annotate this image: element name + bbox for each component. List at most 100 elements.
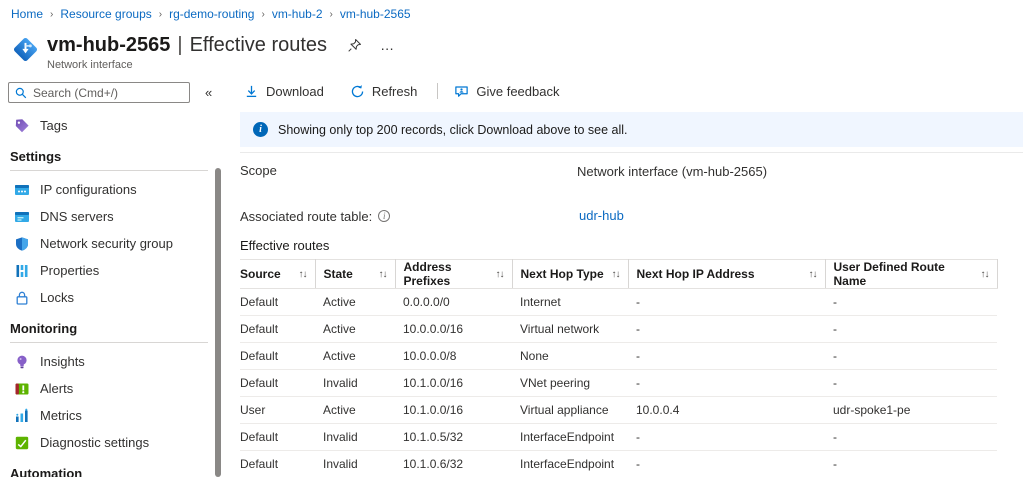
table-row: DefaultActive10.0.0.0/16Virtual network-… (240, 316, 997, 343)
sidebar-item-label: Locks (40, 290, 74, 305)
search-icon (15, 87, 27, 99)
breadcrumb-vm[interactable]: vm-hub-2 (272, 7, 323, 21)
sidebar-scrollbar[interactable] (215, 168, 221, 477)
column-header-next-hop-type[interactable]: Next Hop Type↑↓ (512, 260, 628, 289)
lock-icon (14, 290, 30, 306)
sidebar-item-label: Network security group (40, 236, 173, 251)
route-table-label: Associated route table: (240, 209, 372, 224)
resource-type-label: Network interface (47, 59, 395, 71)
command-bar: Download Refresh Give feedback (240, 80, 1023, 102)
scope-value: Network interface (vm-hub-2565) (577, 164, 767, 179)
page-title: vm-hub-2565 (47, 33, 170, 57)
section-divider (10, 342, 208, 343)
bar-chart-icon (14, 408, 30, 424)
scope-row: Scope Network interface (vm-hub-2565) (240, 163, 1023, 181)
more-actions-icon[interactable]: … (380, 33, 395, 57)
sidebar-item-label: Metrics (40, 408, 82, 423)
breadcrumb-home[interactable]: Home (11, 7, 43, 21)
table-row: DefaultInvalid10.1.0.6/32InterfaceEndpoi… (240, 451, 997, 477)
table-row: DefaultActive10.0.0.0/8None-- (240, 343, 997, 370)
route-table-row: Associated route table: i udr-hub (240, 207, 1023, 225)
chevron-right-icon: › (50, 9, 53, 20)
sidebar-item-label: Insights (40, 354, 85, 369)
pin-icon[interactable] (347, 38, 362, 53)
refresh-label: Refresh (372, 84, 418, 99)
column-header-address-prefixes[interactable]: Address Prefixes↑↓ (395, 260, 512, 289)
sidebar-item-tags[interactable]: Tags (0, 112, 226, 139)
shield-icon (14, 236, 30, 252)
lightbulb-icon (14, 354, 30, 370)
section-title-settings: Settings (0, 139, 226, 168)
section-title-monitoring: Monitoring (0, 311, 226, 340)
column-header-source[interactable]: Source↑↓ (240, 260, 315, 289)
chevron-right-icon: › (159, 9, 162, 20)
breadcrumb-nic[interactable]: vm-hub-2565 (340, 7, 411, 21)
banner-text: Showing only top 200 records, click Down… (278, 123, 628, 137)
collapse-sidebar-icon[interactable]: « (205, 85, 212, 100)
sidebar-item-label: Tags (40, 118, 67, 133)
effective-routes-page: Home › Resource groups › rg-demo-routing… (0, 0, 1023, 477)
page-subtitle-blade: Effective routes (190, 33, 327, 57)
route-table-link[interactable]: udr-hub (579, 208, 624, 223)
alert-icon (14, 381, 30, 397)
column-header-state[interactable]: State↑↓ (315, 260, 395, 289)
info-icon: i (253, 122, 268, 137)
breadcrumb-resource-group[interactable]: rg-demo-routing (169, 7, 254, 21)
sort-icon: ↑↓ (612, 269, 620, 280)
table-header-row: Source↑↓ State↑↓ Address Prefixes↑↓ Next… (240, 260, 997, 289)
section-divider (240, 152, 1023, 153)
sidebar-item-label: IP configurations (40, 182, 137, 197)
toolbar-divider (437, 83, 438, 99)
sidebar-item-network-security-group[interactable]: Network security group (0, 230, 226, 257)
title-separator: | (177, 33, 182, 57)
sidebar-item-diagnostic-settings[interactable]: Diagnostic settings (0, 429, 226, 456)
page-header: vm-hub-2565 | Effective routes … Network… (12, 33, 395, 71)
dns-servers-icon (14, 209, 30, 225)
column-header-next-hop-ip[interactable]: Next Hop IP Address↑↓ (628, 260, 825, 289)
sidebar-item-label: Diagnostic settings (40, 435, 149, 450)
download-icon (244, 84, 259, 99)
sidebar-item-metrics[interactable]: Metrics (0, 402, 226, 429)
sidebar-item-locks[interactable]: Locks (0, 284, 226, 311)
network-interface-icon (12, 36, 39, 63)
properties-icon (14, 263, 30, 279)
feedback-icon (454, 84, 469, 99)
table-row: UserActive10.1.0.0/16Virtual appliance10… (240, 397, 997, 424)
sidebar-item-label: Alerts (40, 381, 73, 396)
search-input[interactable] (33, 86, 183, 100)
sidebar-item-properties[interactable]: Properties (0, 257, 226, 284)
refresh-icon (350, 84, 365, 99)
feedback-label: Give feedback (476, 84, 559, 99)
info-banner: i Showing only top 200 records, click Do… (240, 112, 1023, 147)
sort-icon: ↑↓ (496, 269, 504, 280)
table-row: DefaultInvalid10.1.0.0/16VNet peering-- (240, 370, 997, 397)
sidebar-item-dns-servers[interactable]: DNS servers (0, 203, 226, 230)
diagnostic-settings-icon (14, 435, 30, 451)
breadcrumb-resource-groups[interactable]: Resource groups (60, 7, 151, 21)
resource-menu-sidebar: « Tags Settings IP con (0, 80, 226, 477)
chevron-right-icon: › (261, 9, 264, 20)
refresh-button[interactable]: Refresh (346, 82, 422, 101)
info-tooltip-icon[interactable]: i (378, 210, 390, 222)
download-label: Download (266, 84, 324, 99)
breadcrumb: Home › Resource groups › rg-demo-routing… (11, 7, 411, 21)
sort-icon: ↑↓ (981, 269, 989, 280)
section-title-automation: Automation (0, 456, 226, 477)
sidebar-item-ip-configurations[interactable]: IP configurations (0, 176, 226, 203)
main-content: Download Refresh Give feedback i (240, 80, 1023, 477)
sidebar-item-label: Properties (40, 263, 99, 278)
chevron-right-icon: › (330, 9, 333, 20)
column-header-udr-name[interactable]: User Defined Route Name↑↓ (825, 260, 997, 289)
sort-icon: ↑↓ (809, 269, 817, 280)
table-caption: Effective routes (240, 238, 1023, 253)
ip-configurations-icon (14, 182, 30, 198)
give-feedback-button[interactable]: Give feedback (450, 82, 563, 101)
sidebar-item-alerts[interactable]: Alerts (0, 375, 226, 402)
tag-icon (14, 118, 30, 134)
sort-icon: ↑↓ (299, 269, 307, 280)
sidebar-search[interactable] (8, 82, 190, 103)
sidebar-item-insights[interactable]: Insights (0, 348, 226, 375)
download-button[interactable]: Download (240, 82, 328, 101)
scope-label: Scope (240, 163, 277, 178)
sidebar-item-label: DNS servers (40, 209, 114, 224)
